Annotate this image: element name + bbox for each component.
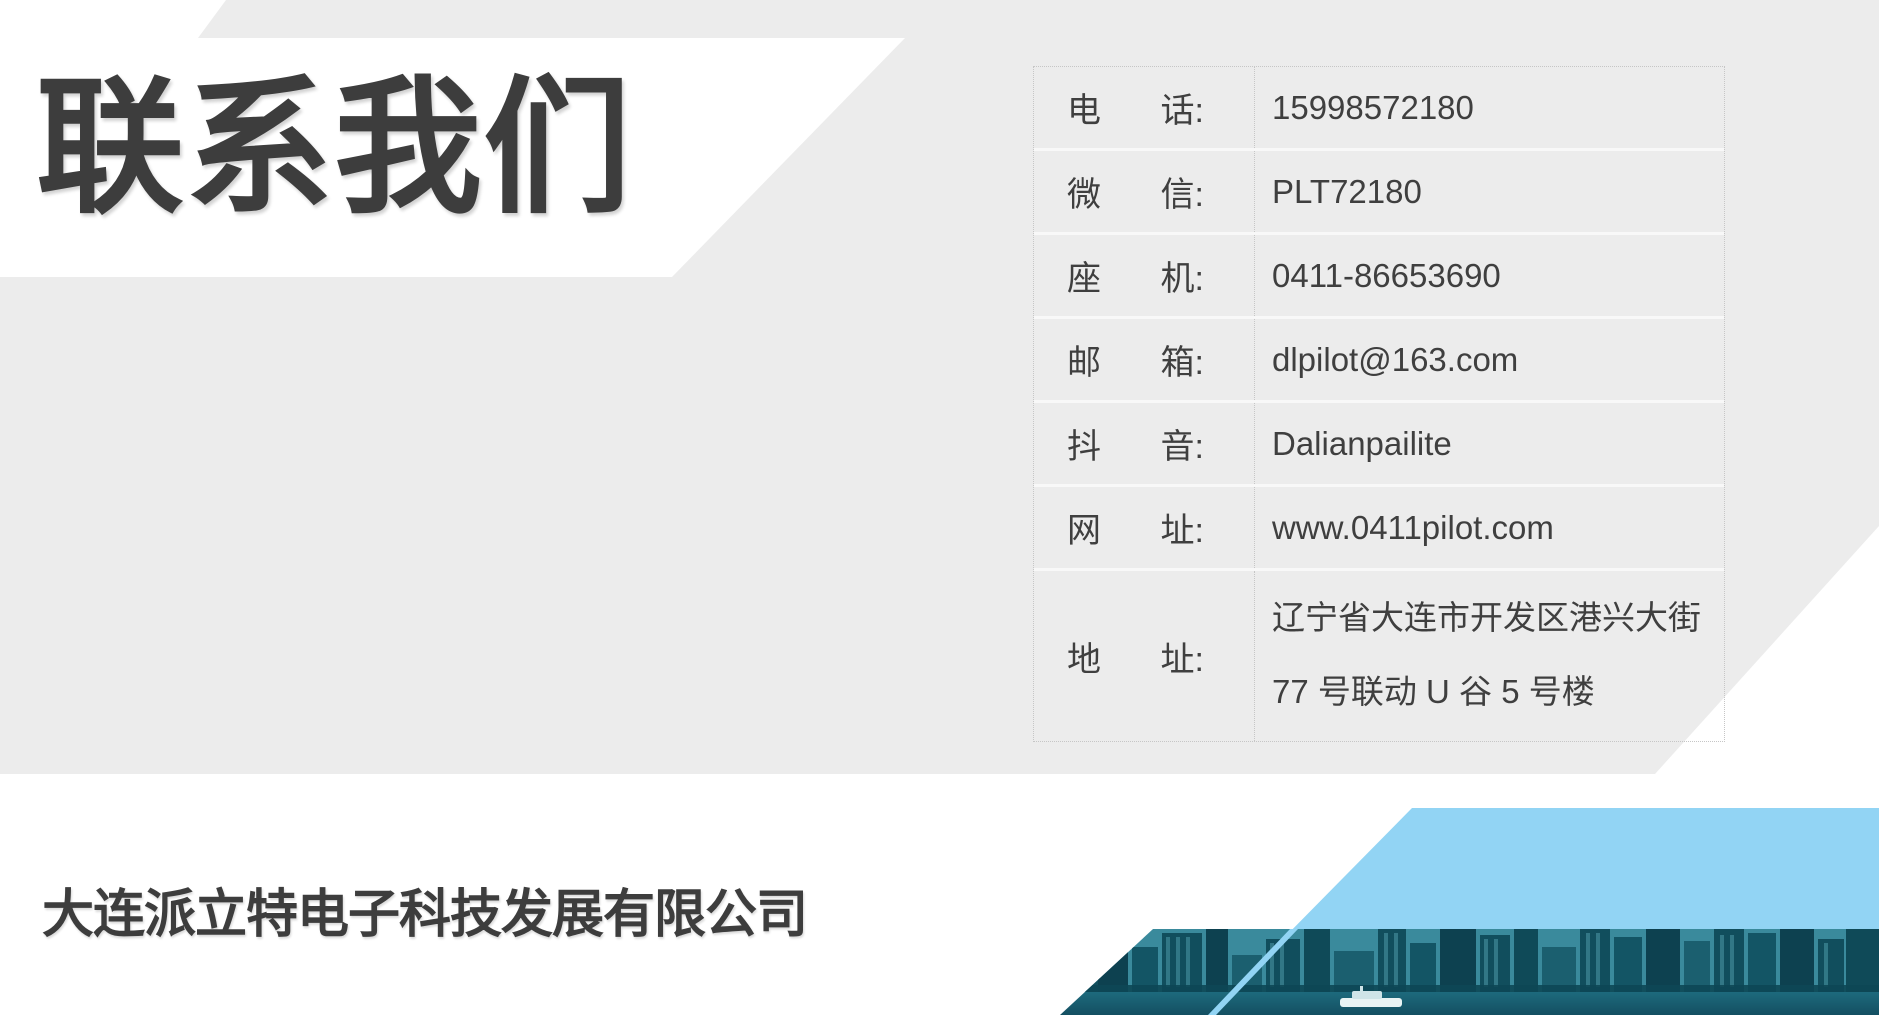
contact-table: 电 话: 15998572180 微 信: PLT72180 座 机: 0411… <box>1033 66 1725 742</box>
label-char-first: 抖 <box>1067 419 1101 468</box>
label-char-second: 机: <box>1161 251 1204 300</box>
contact-value: dlpilot@163.com <box>1255 319 1724 400</box>
contact-value: Dalianpailite <box>1255 403 1724 484</box>
label-char-first: 地 <box>1067 632 1101 681</box>
label-char-first: 电 <box>1067 83 1101 132</box>
contact-value-line: www.0411pilot.com <box>1272 506 1724 550</box>
table-row: 抖 音: Dalianpailite <box>1034 403 1724 487</box>
water <box>1060 992 1879 1015</box>
contact-value: 辽宁省大连市开发区港兴大街 77 号联动 U 谷 5 号楼 <box>1255 571 1724 741</box>
contact-value: PLT72180 <box>1255 151 1724 232</box>
cityscape-image <box>1060 929 1879 1015</box>
table-row: 邮 箱: dlpilot@163.com <box>1034 319 1724 403</box>
label-char-second: 址: <box>1161 503 1204 552</box>
contact-label: 邮 箱: <box>1034 319 1255 400</box>
contact-label: 座 机: <box>1034 235 1255 316</box>
contact-label: 电 话: <box>1034 67 1255 148</box>
label-char-first: 座 <box>1067 251 1101 300</box>
contact-value-line: dlpilot@163.com <box>1272 338 1724 382</box>
buildings <box>1060 929 1879 992</box>
label-char-second: 音: <box>1161 419 1204 468</box>
table-row: 地 址: 辽宁省大连市开发区港兴大街 77 号联动 U 谷 5 号楼 <box>1034 571 1724 741</box>
page-title: 联系我们 <box>36 74 632 224</box>
company-name: 大连派立特电子科技发展有限公司 <box>42 886 807 944</box>
contact-value-line: 辽宁省大连市开发区港兴大街 <box>1272 596 1724 640</box>
table-row: 座 机: 0411-86653690 <box>1034 235 1724 319</box>
label-char-first: 微 <box>1067 167 1101 216</box>
contact-label: 抖 音: <box>1034 403 1255 484</box>
waterfront-silhouette <box>1060 985 1879 992</box>
table-row: 微 信: PLT72180 <box>1034 151 1724 235</box>
city-skyline-graphic <box>1060 929 1879 1015</box>
contact-label: 微 信: <box>1034 151 1255 232</box>
label-char-second: 址: <box>1161 632 1204 681</box>
contact-value-line: Dalianpailite <box>1272 422 1724 466</box>
contact-value: www.0411pilot.com <box>1255 487 1724 568</box>
label-char-second: 信: <box>1161 167 1204 216</box>
label-char-second: 箱: <box>1161 335 1204 384</box>
contact-slide: 联系我们 电 话: 15998572180 微 信: PLT72180 座 机:… <box>0 0 1879 1015</box>
table-row: 电 话: 15998572180 <box>1034 67 1724 151</box>
label-char-first: 网 <box>1067 503 1101 552</box>
contact-label: 地 址: <box>1034 571 1255 741</box>
label-char-first: 邮 <box>1067 335 1101 384</box>
contact-value-line: 77 号联动 U 谷 5 号楼 <box>1272 670 1724 714</box>
contact-value-line: 15998572180 <box>1272 86 1724 130</box>
contact-value: 0411-86653690 <box>1255 235 1724 316</box>
contact-value-line: PLT72180 <box>1272 170 1724 214</box>
contact-value: 15998572180 <box>1255 67 1724 148</box>
contact-value-line: 0411-86653690 <box>1272 254 1724 298</box>
contact-label: 网 址: <box>1034 487 1255 568</box>
table-row: 网 址: www.0411pilot.com <box>1034 487 1724 571</box>
label-char-second: 话: <box>1161 83 1204 132</box>
